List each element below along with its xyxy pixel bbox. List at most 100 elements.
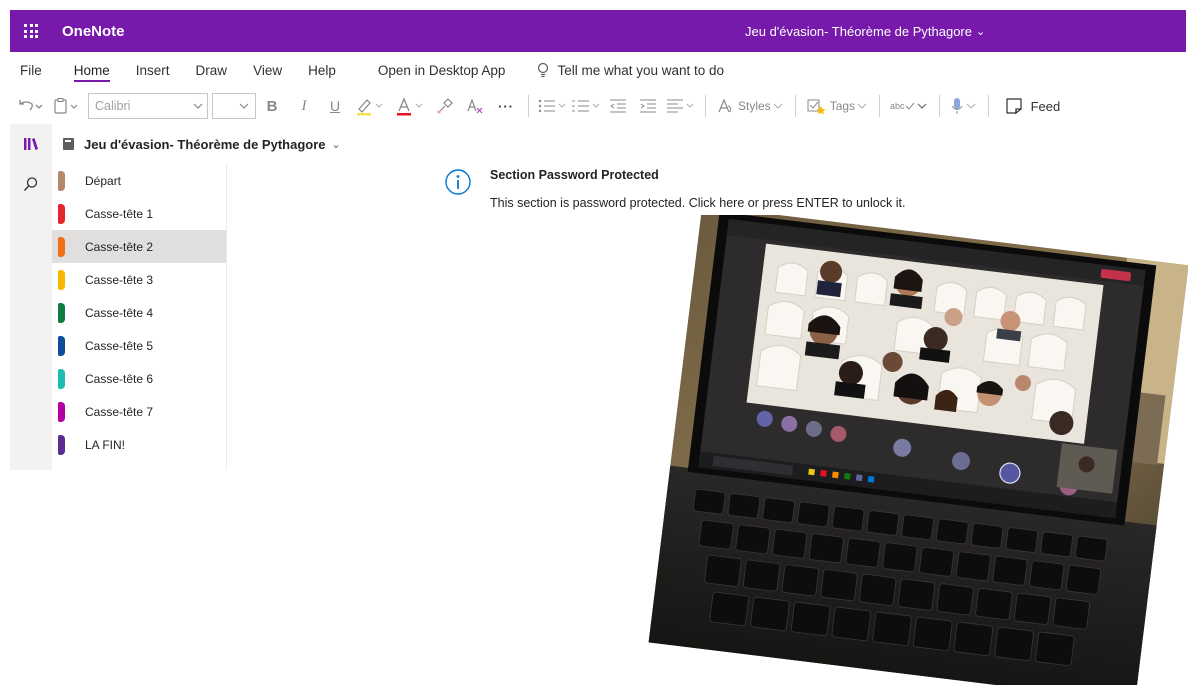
section-label: LA FIN! <box>85 437 126 452</box>
outdent-icon <box>610 99 626 113</box>
section-item[interactable]: Casse-tête 1 <box>52 197 226 230</box>
tags-button[interactable]: Tags <box>802 92 873 120</box>
menu-file[interactable]: File <box>20 52 42 88</box>
chevron-down-icon <box>193 103 203 109</box>
menu-help[interactable]: Help <box>308 52 336 88</box>
menu-bar: File Home Insert Draw View Help Open in … <box>10 52 1186 88</box>
notebook-icon <box>63 138 74 150</box>
dictate-button[interactable] <box>946 92 982 120</box>
section-item[interactable]: Casse-tête 4 <box>52 296 226 329</box>
chevron-down-icon: ⌄ <box>331 138 341 151</box>
tell-me-search[interactable]: Tell me what you want to do <box>537 62 724 78</box>
section-label: Casse-tête 6 <box>85 371 154 386</box>
feed-label: Feed <box>1030 98 1061 114</box>
section-label: Casse-tête 5 <box>85 338 154 353</box>
notice-text[interactable]: This section is password protected. Clic… <box>490 196 905 210</box>
separator <box>879 95 881 117</box>
menu-view[interactable]: View <box>253 52 282 88</box>
notebook-title: Jeu d'évasion- Théorème de Pythagore <box>84 136 326 152</box>
microphone-icon <box>951 98 962 114</box>
section-list: Départ Casse-tête 1 Casse-tête 2 Casse-tête… <box>52 164 227 470</box>
separator <box>987 95 989 117</box>
section-label: Départ <box>85 173 122 188</box>
waffle-icon <box>24 24 38 38</box>
document-title-button[interactable]: Jeu d'évasion- Théorème de Pythagore ⌄ <box>745 10 985 52</box>
section-item[interactable]: Casse-tête 5 <box>52 329 226 362</box>
feed-icon <box>1005 98 1022 115</box>
separator <box>705 95 706 117</box>
font-size-select[interactable] <box>212 93 256 119</box>
menu-insert[interactable]: Insert <box>136 52 170 88</box>
tell-me-placeholder: Tell me what you want to do <box>557 62 725 78</box>
notebooks-icon <box>24 138 38 150</box>
section-color-tab-icon <box>58 203 65 224</box>
notebook-selector[interactable]: Jeu d'évasion- Théorème de Pythagore ⌄ <box>52 124 402 164</box>
lightbulb-icon <box>538 62 549 78</box>
styles-label: Styles <box>738 99 771 113</box>
section-label: Casse-tête 2 <box>85 239 154 254</box>
section-color-tab-icon <box>58 269 65 290</box>
section-label: Casse-tête 4 <box>85 305 154 320</box>
paste-button[interactable] <box>50 92 82 120</box>
alignment-button[interactable] <box>663 92 699 120</box>
info-icon <box>445 169 471 195</box>
feed-button[interactable]: Feed <box>1005 97 1061 115</box>
app-name[interactable]: OneNote <box>62 23 125 40</box>
section-item[interactable]: Casse-tête 7 <box>52 395 226 428</box>
section-item[interactable]: Casse-tête 3 <box>52 263 226 296</box>
numbered-list-icon <box>572 100 600 112</box>
section-color-tab-icon <box>58 368 65 389</box>
section-item[interactable]: Casse-tête 6 <box>52 362 226 395</box>
more-button[interactable]: ··· <box>490 92 522 120</box>
section-item[interactable]: Casse-tête 2 <box>52 230 226 263</box>
menu-draw[interactable]: Draw <box>196 52 228 88</box>
spelling-button[interactable]: abc <box>886 92 933 120</box>
bullets-button[interactable] <box>535 92 569 120</box>
decrease-indent-button[interactable] <box>603 92 633 120</box>
checkmark-icon <box>905 102 914 110</box>
app-launcher-button[interactable] <box>10 10 52 52</box>
highlighter-icon <box>357 99 383 116</box>
chevron-down-icon <box>917 103 926 109</box>
format-painter-button[interactable] <box>430 92 460 120</box>
separator <box>528 95 529 117</box>
left-rail <box>10 124 52 470</box>
styles-button[interactable]: Styles <box>712 92 789 120</box>
section-color-tab-icon <box>58 434 65 455</box>
section-item[interactable]: Départ <box>52 164 226 197</box>
document-title: Jeu d'évasion- Théorème de Pythagore <box>745 23 972 39</box>
font-name-select[interactable]: Calibri <box>88 93 208 119</box>
section-color-tab-icon <box>58 236 65 257</box>
section-color-tab-icon <box>58 335 65 356</box>
increase-indent-button[interactable] <box>633 92 663 120</box>
underline-button[interactable]: U <box>320 92 350 120</box>
chevron-down-icon <box>966 103 975 109</box>
styles-icon <box>718 98 732 113</box>
section-color-tab-icon <box>58 401 65 422</box>
numbering-button[interactable] <box>569 92 603 120</box>
notebooks-button[interactable] <box>10 124 52 164</box>
chevron-down-icon <box>857 103 867 109</box>
align-left-icon <box>667 99 694 113</box>
undo-icon <box>19 100 43 111</box>
page-list <box>227 164 402 470</box>
clipboard-icon <box>54 98 78 114</box>
search-button[interactable] <box>10 164 52 204</box>
clear-formatting-button[interactable] <box>460 92 490 120</box>
clear-formatting-icon <box>467 98 483 114</box>
laptop-video-call-photo <box>648 215 1188 685</box>
undo-button[interactable] <box>10 92 50 120</box>
highlight-button[interactable] <box>350 92 390 120</box>
section-label: Casse-tête 7 <box>85 404 154 419</box>
section-item[interactable]: LA FIN! <box>52 428 226 461</box>
ribbon-toolbar: Calibri B I U ··· Styles Tags abc Feed <box>10 88 1186 124</box>
menu-home[interactable]: Home <box>73 52 110 88</box>
indent-icon <box>640 99 656 113</box>
bold-button[interactable]: B <box>256 92 288 120</box>
italic-button[interactable]: I <box>288 92 320 120</box>
title-bar: OneNote Jeu d'évasion- Théorème de Pytha… <box>10 10 1186 52</box>
open-in-desktop-app-button[interactable]: Open in Desktop App <box>378 52 506 88</box>
section-label: Casse-tête 1 <box>85 206 154 221</box>
paintbrush-icon <box>437 98 453 114</box>
font-color-button[interactable] <box>390 92 430 120</box>
